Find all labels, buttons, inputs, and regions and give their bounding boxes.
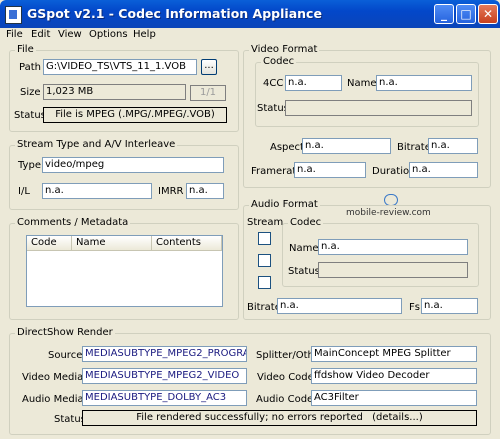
audio-codec-group-title: Codec (288, 217, 324, 228)
menu-file[interactable]: File (6, 29, 23, 40)
comments-group-title: Comments / Metadata (15, 217, 131, 228)
fs-field[interactable]: n.a. (421, 298, 478, 314)
video-codec-group: Codec (255, 56, 479, 127)
maximize-button[interactable]: □ (456, 4, 476, 24)
aspect-label: Aspect (270, 142, 304, 153)
comments-list[interactable]: Code Name Contents (26, 235, 223, 307)
video-media-label: Video Media (22, 372, 84, 383)
path-label: Path (19, 62, 41, 73)
window-title: GSpot v2.1 - Codec Information Appliance (27, 6, 322, 21)
audio-stream-checkbox-1[interactable] (258, 232, 271, 245)
column-code[interactable]: Code (27, 236, 72, 251)
menu-options[interactable]: Options (89, 29, 128, 40)
video-media-field[interactable]: MEDIASUBTYPE_MPEG2_VIDEO (82, 368, 247, 384)
render-status-text: File rendered successfully; no errors re… (136, 412, 363, 423)
imrr-label: IMRR (158, 186, 184, 197)
framerate-field[interactable]: n.a. (294, 162, 366, 178)
audio-codec-field[interactable]: AC3Filter (311, 390, 477, 406)
source-field[interactable]: MEDIASUBTYPE_MPEG2_PROGRA (82, 346, 247, 362)
size-field[interactable]: 1,023 MB (43, 84, 186, 100)
app-icon[interactable] (5, 6, 22, 24)
render-status-field: File rendered successfully; no errors re… (82, 410, 477, 426)
stream-type-group: Stream Type and A/V Interleave (9, 139, 239, 210)
audio-media-field[interactable]: MEDIASUBTYPE_DOLBY_AC3 (82, 390, 247, 406)
audio-stream-label: Stream (247, 217, 284, 228)
audio-status-field (318, 262, 468, 278)
source-label: Source (48, 350, 83, 361)
audio-format-group-title: Audio Format (249, 199, 320, 210)
title-bar[interactable]: GSpot v2.1 - Codec Information Appliance… (0, 0, 500, 28)
splitter-field[interactable]: MainConcept MPEG Splitter (311, 346, 477, 362)
size-label: Size (20, 87, 41, 98)
menu-edit[interactable]: Edit (31, 29, 50, 40)
audio-name-label: Name (289, 243, 319, 254)
video-format-group-title: Video Format (249, 44, 320, 55)
fourcc-label: 4CC (263, 78, 284, 89)
fourcc-field[interactable]: n.a. (285, 75, 342, 91)
part-field[interactable]: 1/1 (190, 85, 226, 101)
video-codec-group-title: Codec (261, 56, 297, 67)
directshow-group-title: DirectShow Render (15, 327, 115, 338)
video-name-label: Name (347, 78, 377, 89)
imrr-field[interactable]: n.a. (186, 183, 224, 199)
audio-status-label: Status (288, 266, 320, 277)
minimize-button[interactable]: _ (434, 4, 454, 24)
audio-stream-checkbox-3[interactable] (258, 276, 271, 289)
close-button[interactable]: ✕ (478, 4, 498, 24)
gspot-window: GSpot v2.1 - Codec Information Appliance… (0, 0, 500, 439)
menu-bar: File Edit View Options Help (0, 28, 500, 44)
audio-bitrate-label: Bitrate (247, 302, 281, 313)
il-label: I/L (18, 186, 30, 197)
video-codec-label: Video Codec (257, 372, 320, 383)
audio-codec-label: Audio Codec (256, 394, 319, 405)
il-field[interactable]: n.a. (42, 183, 152, 199)
video-bitrate-field[interactable]: n.a. (428, 138, 478, 154)
file-status-field: File is MPEG (.MPG/.MPEG/.VOB) (43, 107, 227, 123)
video-name-field[interactable]: n.a. (376, 75, 472, 91)
file-group-title: File (15, 44, 36, 55)
video-bitrate-label: Bitrate (397, 142, 431, 153)
menu-view[interactable]: View (58, 29, 82, 40)
stream-type-group-title: Stream Type and A/V Interleave (15, 139, 178, 150)
aspect-field[interactable]: n.a. (302, 138, 391, 154)
file-status-label: Status (14, 110, 46, 121)
menu-help[interactable]: Help (133, 29, 156, 40)
duration-field[interactable]: n.a. (409, 162, 478, 178)
browse-button[interactable]: ... (201, 59, 217, 75)
column-name[interactable]: Name (72, 236, 152, 251)
video-status-field (285, 100, 472, 116)
type-label: Type (18, 160, 41, 171)
audio-media-label: Audio Media (22, 394, 84, 405)
details-link[interactable]: (details...) (372, 412, 423, 423)
audio-bitrate-field[interactable]: n.a. (277, 298, 402, 314)
audio-name-field[interactable]: n.a. (318, 239, 468, 255)
type-field[interactable]: video/mpeg (42, 157, 224, 173)
video-codec-field[interactable]: ffdshow Video Decoder (311, 368, 477, 384)
fs-label: Fs (409, 302, 420, 313)
path-field[interactable]: G:\VIDEO_TS\VTS_11_1.VOB (43, 59, 197, 75)
column-contents[interactable]: Contents (152, 236, 222, 251)
audio-stream-checkbox-2[interactable] (258, 254, 271, 267)
